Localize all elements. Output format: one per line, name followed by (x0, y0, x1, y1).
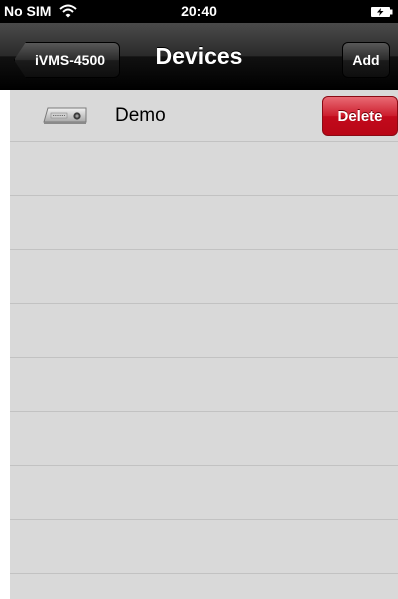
empty-row (10, 412, 398, 466)
status-time: 20:40 (181, 3, 217, 19)
nav-bar: iVMS-4500 Devices Add (0, 23, 398, 90)
battery-charging-icon (371, 7, 393, 17)
device-name: Demo (115, 105, 166, 126)
device-list: Demo Delete (10, 90, 398, 599)
add-button-label: Add (352, 52, 380, 68)
device-row-demo[interactable]: Demo Delete (10, 90, 398, 142)
add-device-button[interactable]: Add (342, 42, 390, 78)
delete-button[interactable]: Delete (322, 96, 398, 136)
empty-row (10, 142, 398, 196)
empty-row (10, 520, 398, 574)
empty-row (10, 466, 398, 520)
empty-row (10, 304, 398, 358)
delete-button-label: Delete (337, 107, 383, 125)
status-right (370, 5, 394, 21)
empty-row (10, 250, 398, 304)
status-bar: No SIM 20:40 (0, 0, 398, 23)
empty-row (10, 358, 398, 412)
screen: No SIM 20:40 iVMS-4500 Devices Add Demo … (0, 0, 398, 599)
dvr-device-icon (43, 107, 87, 124)
empty-row (10, 196, 398, 250)
page-title: Devices (155, 43, 243, 69)
